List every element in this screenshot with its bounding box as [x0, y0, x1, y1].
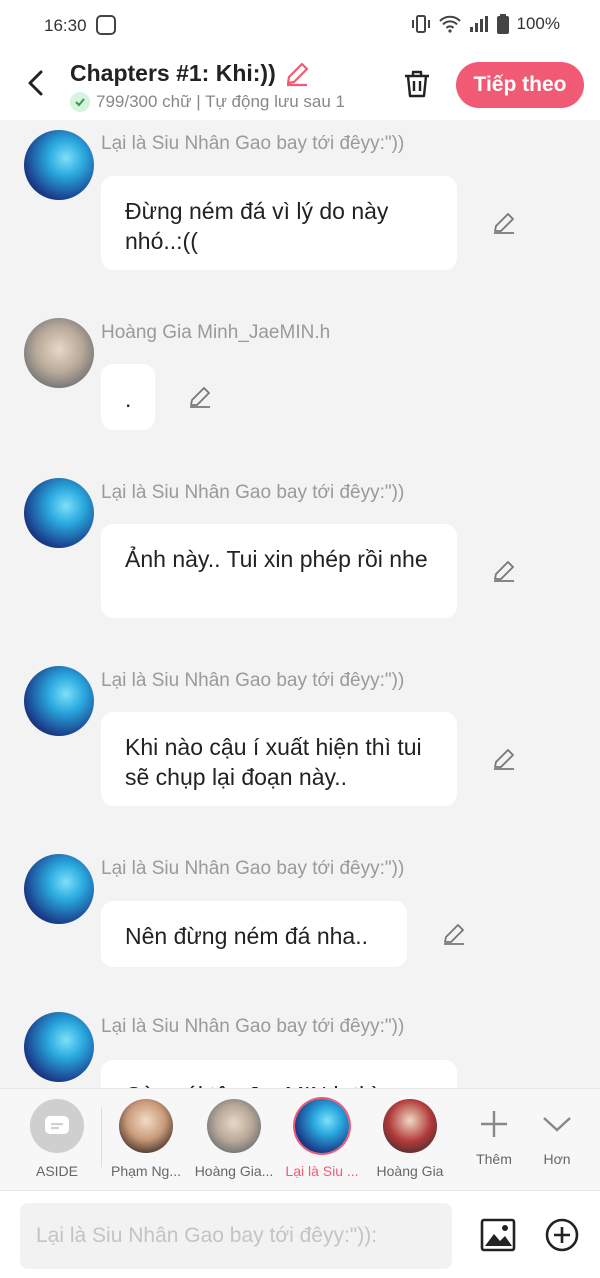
delete-button[interactable] — [400, 66, 434, 102]
more-label: Hơn — [543, 1151, 571, 1167]
sender-name: Lại là Siu Nhân Gao bay tới đêyy:")) — [101, 1016, 405, 1037]
message-bubble[interactable]: Ảnh này.. Tui xin phép rồi nhe — [101, 524, 457, 618]
avatar — [207, 1099, 261, 1153]
character-item[interactable]: Phạm Ng... — [101, 1099, 191, 1179]
avatar — [383, 1099, 437, 1153]
message-input[interactable] — [20, 1203, 452, 1269]
saved-check-icon — [70, 92, 90, 112]
message-bubble[interactable]: . — [101, 364, 155, 430]
chat-list[interactable]: Lại là Siu Nhân Gao bay tới đêyy:")) Đừn… — [0, 120, 600, 1088]
character-name: Phạm Ng... — [110, 1163, 182, 1179]
message-bubble[interactable]: Nên đừng ném đá nha.. — [101, 901, 407, 967]
back-button[interactable] — [18, 66, 52, 100]
trash-icon — [405, 70, 429, 98]
edit-message-icon[interactable] — [491, 558, 517, 584]
add-character-button[interactable]: Thêm — [464, 1103, 524, 1167]
aside-avatar — [30, 1099, 84, 1153]
add-attachment-button[interactable] — [542, 1215, 582, 1255]
chapter-title[interactable]: Chapters #1: Khi:)) — [70, 60, 310, 87]
edit-message-icon[interactable] — [441, 921, 467, 947]
insert-image-button[interactable] — [478, 1215, 518, 1255]
add-label: Thêm — [476, 1151, 512, 1167]
more-button[interactable]: Hơn — [527, 1103, 587, 1167]
avatar[interactable] — [24, 318, 94, 388]
message-composer — [0, 1190, 600, 1278]
character-aside[interactable]: ASIDE — [12, 1099, 102, 1179]
plus-icon — [481, 1111, 507, 1137]
edit-message-icon[interactable] — [491, 746, 517, 772]
character-name: Hoàng Gia — [376, 1163, 444, 1179]
character-item-active[interactable]: Lại là Siu ... — [277, 1099, 367, 1179]
message-bubble[interactable]: Khi nào cậu í xuất hiện thì tui sẽ chụp … — [101, 712, 457, 806]
back-arrow-icon — [28, 70, 43, 96]
edit-message-icon[interactable] — [491, 210, 517, 236]
character-name: Lại là Siu ... — [285, 1163, 359, 1179]
avatar[interactable] — [24, 854, 94, 924]
word-count-status: 799/300 chữ | Tự động lưu sau 1 — [70, 92, 380, 112]
character-name: ASIDE — [35, 1163, 78, 1179]
wifi-icon — [438, 15, 461, 33]
editor-header: Chapters #1: Khi:)) 799/300 chữ | Tự độn… — [0, 52, 600, 120]
character-name: Hoàng Gia... — [194, 1163, 274, 1179]
chapter-title-text: Chapters #1: Khi:)) — [70, 60, 276, 86]
next-button[interactable]: Tiếp theo — [456, 62, 584, 108]
edit-title-icon[interactable] — [284, 61, 310, 87]
word-count-text: 799/300 chữ | Tự động lưu sau 1 — [96, 92, 346, 111]
battery-icon — [496, 14, 509, 34]
avatar[interactable] — [24, 130, 94, 200]
image-icon — [480, 1218, 516, 1252]
avatar — [295, 1099, 349, 1153]
sender-name: Hoàng Gia Minh_JaeMIN.h — [101, 322, 331, 343]
character-selector: ASIDE Phạm Ng... Hoàng Gia... Lại là Siu… — [0, 1088, 600, 1190]
sender-name: Lại là Siu Nhân Gao bay tới đêyy:")) — [101, 133, 405, 154]
sender-name: Lại là Siu Nhân Gao bay tới đêyy:")) — [101, 482, 405, 503]
plus-circle-icon — [545, 1218, 579, 1252]
character-item[interactable]: Hoàng Gia... — [189, 1099, 279, 1179]
character-item[interactable]: Hoàng Gia — [365, 1099, 455, 1179]
battery-level: 100% — [516, 14, 560, 33]
comment-icon — [45, 1116, 69, 1134]
status-bar: 16:30 100% — [0, 0, 600, 52]
sender-name: Lại là Siu Nhân Gao bay tới đêyy:")) — [101, 670, 405, 691]
app-notification-icon — [96, 15, 116, 35]
avatar[interactable] — [24, 1012, 94, 1082]
vibrate-icon — [411, 15, 430, 33]
avatar — [119, 1099, 173, 1153]
edit-message-icon[interactable] — [187, 384, 213, 410]
signal-icon — [469, 16, 488, 32]
sender-name: Lại là Siu Nhân Gao bay tới đêyy:")) — [101, 858, 405, 879]
status-time: 16:30 — [44, 16, 87, 35]
message-bubble[interactable]: Còn cái tên JaeMIN.h thì — [101, 1060, 457, 1088]
avatar[interactable] — [24, 666, 94, 736]
avatar[interactable] — [24, 478, 94, 548]
chevron-down-icon — [543, 1117, 571, 1132]
message-bubble[interactable]: Đừng ném đá vì lý do này nhó..:(( — [101, 176, 457, 270]
status-icons: 100% — [411, 14, 560, 34]
